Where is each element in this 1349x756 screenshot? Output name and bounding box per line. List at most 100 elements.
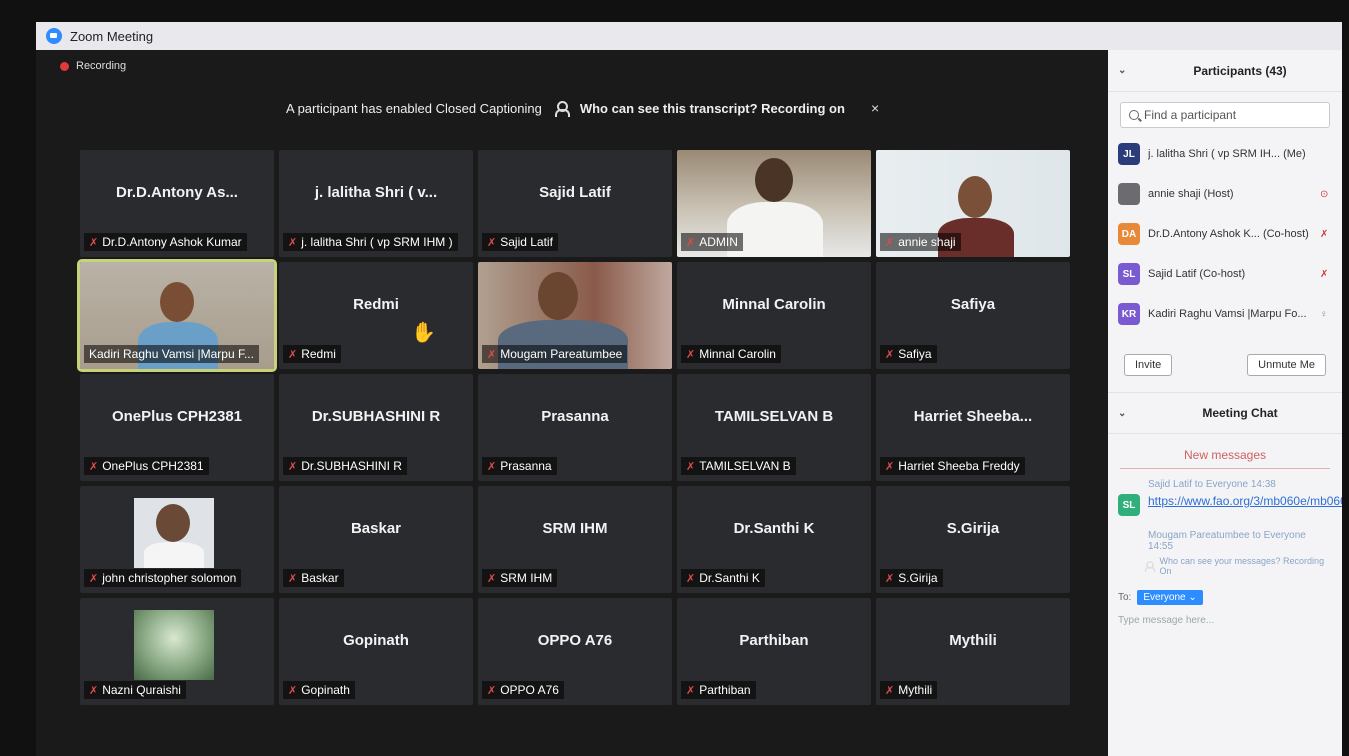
- tile-label: ✗ Minnal Carolin: [681, 345, 781, 363]
- close-icon[interactable]: ×: [871, 100, 879, 116]
- gallery-grid: Dr.D.Antony As... ✗ Dr.D.Antony Ashok Kum…: [77, 150, 1080, 705]
- participant-tile[interactable]: Safiya ✗ Safiya: [876, 262, 1070, 369]
- participant-name: Kadiri Raghu Vamsi |Marpu Fo...: [1148, 308, 1307, 320]
- muted-mic-icon: ✗: [487, 684, 497, 697]
- search-icon: [1129, 110, 1139, 120]
- participant-tile[interactable]: Harriet Sheeba... ✗ Harriet Sheeba Freddy: [876, 374, 1070, 481]
- participants-header: ⌄ Participants (43): [1108, 50, 1342, 92]
- tile-label: ✗ SRM IHM: [482, 569, 558, 587]
- tile-label-text: Dr.Santhi K: [699, 571, 760, 585]
- photo-person-head: [156, 504, 190, 542]
- participant-tile[interactable]: Gopinath ✗ Gopinath: [279, 598, 473, 705]
- participant-tile[interactable]: Baskar ✗ Baskar: [279, 486, 473, 593]
- participant-tile[interactable]: j. lalitha Shri ( v... ✗ j. lalitha Shri …: [279, 150, 473, 257]
- participant-name: Dr.D.Antony Ashok K... (Co-host): [1148, 228, 1309, 240]
- tile-label: ✗ Baskar: [283, 569, 344, 587]
- participant-photo-tile[interactable]: ✗ Nazni Quraishi: [80, 598, 274, 705]
- tile-name: Dr.Santhi K: [733, 520, 815, 537]
- participant-list-item[interactable]: annie shaji (Host) ⊙: [1108, 174, 1342, 214]
- participant-actions: Invite Unmute Me: [1108, 334, 1342, 392]
- mic-icon: ♀: [1320, 308, 1328, 320]
- invite-button[interactable]: Invite: [1124, 354, 1173, 376]
- chat-recipient-select[interactable]: Everyone ⌄: [1137, 590, 1203, 605]
- unmute-me-button[interactable]: Unmute Me: [1247, 354, 1326, 376]
- participant-list-item[interactable]: DA Dr.D.Antony Ashok K... (Co-host) ✗: [1108, 214, 1342, 254]
- participant-tile[interactable]: Dr.D.Antony As... ✗ Dr.D.Antony Ashok Kum…: [80, 150, 274, 257]
- participants-title: Participants (43): [1193, 63, 1287, 78]
- tile-label: ✗ Gopinath: [283, 681, 355, 699]
- participant-list-item[interactable]: KR Kadiri Raghu Vamsi |Marpu Fo... ♀: [1108, 294, 1342, 334]
- participant-tile[interactable]: SRM IHM ✗ SRM IHM: [478, 486, 672, 593]
- tile-label: ✗ Dr.D.Antony Ashok Kumar: [84, 233, 247, 251]
- recording-indicator[interactable]: Recording: [60, 60, 126, 72]
- participant-video-tile[interactable]: ✗ annie shaji: [876, 150, 1070, 257]
- chevron-down-icon[interactable]: ⌄: [1118, 65, 1148, 76]
- muted-mic-icon: ✗: [288, 572, 298, 585]
- tile-label-text: S.Girija: [898, 571, 938, 585]
- tile-name: TAMILSELVAN B: [714, 408, 834, 425]
- tile-name: SRM IHM: [542, 520, 608, 537]
- video-person-head: [538, 272, 578, 320]
- participant-list-item[interactable]: SL Sajid Latif (Co-host) ✗: [1108, 254, 1342, 294]
- muted-mic-icon: ✗: [288, 236, 298, 249]
- participant-tile[interactable]: S.Girija ✗ S.Girija: [876, 486, 1070, 593]
- participant-tile[interactable]: Minnal Carolin ✗ Minnal Carolin: [677, 262, 871, 369]
- tile-label: ✗ ADMIN: [681, 233, 743, 251]
- tile-label-text: OPPO A76: [500, 683, 559, 697]
- participant-tile[interactable]: Parthiban ✗ Parthiban: [677, 598, 871, 705]
- chat-title: Meeting Chat: [1202, 406, 1278, 420]
- participant-tile[interactable]: Prasanna ✗ Prasanna: [478, 374, 672, 481]
- tile-label: ✗ Nazni Quraishi: [84, 681, 186, 699]
- muted-mic-icon: ✗: [288, 348, 298, 361]
- chevron-down-icon[interactable]: ⌄: [1118, 408, 1148, 419]
- muted-mic-icon: ✗: [89, 684, 99, 697]
- participant-tile[interactable]: OPPO A76 ✗ OPPO A76: [478, 598, 672, 705]
- chat-message-meta: Mougam Pareatumbee to Everyone 14:55: [1148, 530, 1306, 552]
- participant-tile[interactable]: Redmi ✋ ✗ Redmi: [279, 262, 473, 369]
- participant-video-tile[interactable]: ✗ ADMIN: [677, 150, 871, 257]
- tile-name: Prasanna: [541, 408, 609, 425]
- participant-video-tile-active-speaker[interactable]: Kadiri Raghu Vamsi |Marpu F...: [77, 259, 277, 372]
- participant-tile[interactable]: Dr.SUBHASHINI R ✗ Dr.SUBHASHINI R: [279, 374, 473, 481]
- tile-name: OPPO A76: [537, 632, 613, 649]
- tile-label-text: SRM IHM: [500, 571, 553, 585]
- avatar: SL: [1118, 263, 1140, 285]
- tile-label: ✗ TAMILSELVAN B: [681, 457, 796, 475]
- tile-name: Minnal Carolin: [722, 296, 826, 313]
- avatar: [1118, 183, 1140, 205]
- participant-video-tile[interactable]: ✗ Mougam Pareatumbee: [478, 262, 672, 369]
- participant-tile[interactable]: Dr.Santhi K ✗ Dr.Santhi K: [677, 486, 871, 593]
- tile-label: ✗ Sajid Latif: [482, 233, 558, 251]
- muted-mic-icon: ✗: [885, 348, 895, 361]
- cc-transcript-link[interactable]: Who can see this transcript? Recording o…: [580, 101, 845, 116]
- tile-label-text: Baskar: [301, 571, 339, 585]
- zoom-logo-icon: [46, 28, 62, 44]
- participant-photo-tile[interactable]: ✗ john christopher solomon: [80, 486, 274, 593]
- avatar: KR: [1118, 303, 1140, 325]
- chat-link[interactable]: https://www.fao.org/3/mb060e/mb060e00.pd…: [1148, 494, 1342, 516]
- muted-mic-icon: ✗: [487, 236, 497, 249]
- chat-message-input[interactable]: Type message here...: [1108, 611, 1342, 630]
- tile-label: Kadiri Raghu Vamsi |Marpu F...: [84, 345, 259, 363]
- chat-visibility-warning[interactable]: Who can see your messages? Recording On: [1108, 552, 1342, 576]
- participant-name: j. lalitha Shri ( vp SRM IH... (Me): [1148, 148, 1306, 160]
- participant-name: Sajid Latif (Co-host): [1148, 268, 1246, 280]
- participant-search-input[interactable]: Find a participant: [1120, 102, 1330, 128]
- chat-recipient: To: Everyone ⌄: [1108, 576, 1342, 611]
- participant-tile[interactable]: TAMILSELVAN B ✗ TAMILSELVAN B: [677, 374, 871, 481]
- participant-tile[interactable]: Mythili ✗ Mythili: [876, 598, 1070, 705]
- screen: Zoom Meeting Recording A participant has…: [36, 22, 1342, 756]
- side-panel: ⌄ Participants (43) Find a participant J…: [1108, 50, 1342, 756]
- chat-message-meta: Sajid Latif to Everyone 14:38: [1148, 479, 1276, 490]
- tile-label: ✗ Mythili: [880, 681, 938, 699]
- muted-mic-icon: ✗: [487, 460, 497, 473]
- participant-list-item[interactable]: JL j. lalitha Shri ( vp SRM IH... (Me): [1108, 134, 1342, 174]
- participant-tile[interactable]: OnePlus CPH2381 ✗ OnePlus CPH2381: [80, 374, 274, 481]
- muted-mic-icon: ✗: [686, 684, 696, 697]
- tile-label-text: j. lalitha Shri ( vp SRM IHM ): [301, 235, 453, 249]
- tile-label-text: Redmi: [301, 347, 336, 361]
- closed-caption-banner: A participant has enabled Closed Caption…: [286, 100, 879, 117]
- tile-label-text: Mythili: [898, 683, 933, 697]
- participant-tile[interactable]: Sajid Latif ✗ Sajid Latif: [478, 150, 672, 257]
- tile-label-text: Sajid Latif: [500, 235, 553, 249]
